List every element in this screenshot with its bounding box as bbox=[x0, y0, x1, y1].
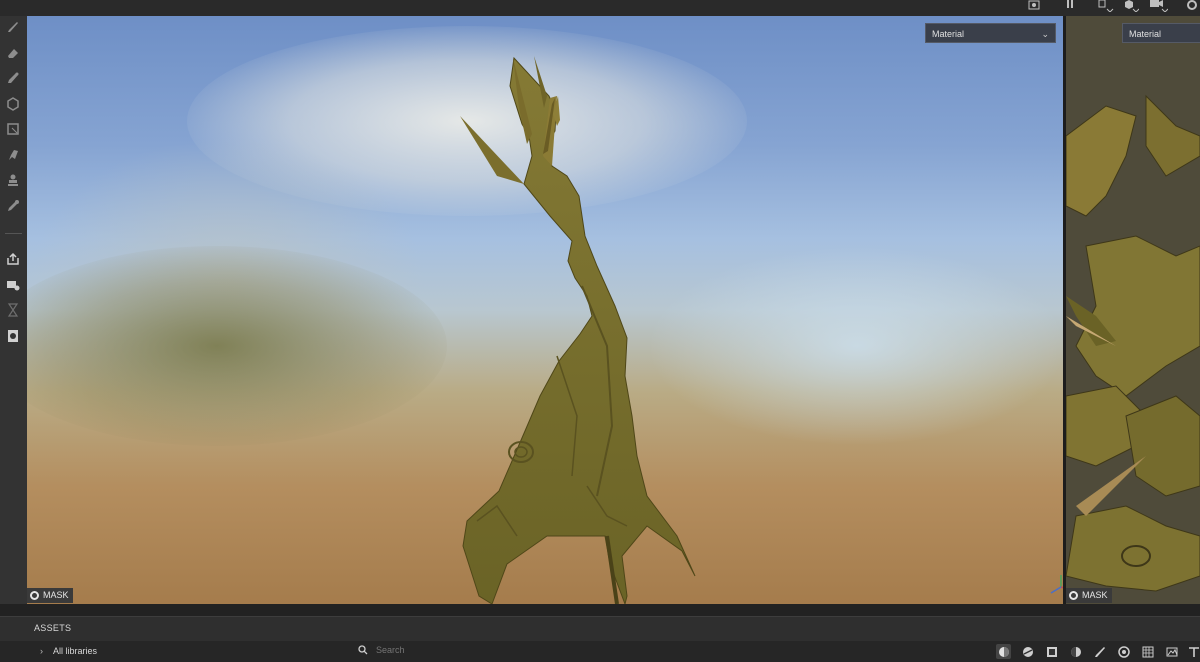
mask-icon bbox=[1069, 591, 1078, 600]
mask-icon bbox=[30, 591, 39, 600]
chevron-down-icon: ⌄ bbox=[1041, 29, 1049, 39]
toolbar-separator bbox=[5, 233, 22, 234]
viewport-2d-channel-select[interactable]: Material bbox=[1122, 23, 1200, 43]
axis-gizmo bbox=[1047, 571, 1063, 601]
mask-label-text: MASK bbox=[1082, 590, 1108, 600]
tree-model bbox=[460, 56, 696, 604]
viewport-2d-mask-badge[interactable]: MASK bbox=[1066, 588, 1112, 603]
assets-title: ASSETS bbox=[34, 623, 72, 633]
uv-islands bbox=[1066, 16, 1200, 604]
camera-view-icon[interactable] bbox=[1147, 0, 1169, 13]
channel-select-value: Material bbox=[932, 29, 965, 39]
smudge-icon[interactable] bbox=[4, 120, 22, 138]
mask-label-text: MASK bbox=[43, 590, 69, 600]
assets-panel: ASSETS › All libraries bbox=[0, 616, 1200, 662]
viewport-3d[interactable]: Material ⌄ MASK bbox=[27, 16, 1063, 604]
eraser-icon[interactable] bbox=[4, 44, 22, 62]
viewport-3d-channel-select[interactable]: Material ⌄ bbox=[925, 23, 1056, 43]
cube-view-icon[interactable] bbox=[1122, 0, 1140, 13]
channel-select-value: Material bbox=[1129, 29, 1162, 39]
camera-settings-icon[interactable] bbox=[1027, 0, 1041, 13]
texture-set-icon[interactable] bbox=[4, 327, 22, 345]
filter-grunges-icon[interactable] bbox=[1140, 644, 1155, 659]
filter-smart-materials-icon[interactable] bbox=[1020, 644, 1035, 659]
chevron-right-icon: › bbox=[40, 646, 43, 656]
search-icon bbox=[358, 645, 368, 655]
filter-materials-icon[interactable] bbox=[996, 644, 1011, 659]
filter-masks-icon[interactable] bbox=[1044, 644, 1059, 659]
viewport-3d-mask-badge[interactable]: MASK bbox=[27, 588, 73, 603]
export-icon[interactable] bbox=[4, 250, 22, 268]
tool-sidebar bbox=[0, 16, 27, 606]
color-picker-icon[interactable] bbox=[4, 197, 22, 215]
assets-toolbar: › All libraries bbox=[0, 641, 1200, 662]
bake-icon[interactable] bbox=[4, 171, 22, 189]
library-label: All libraries bbox=[53, 646, 98, 656]
clone-stamp-icon[interactable] bbox=[4, 146, 22, 164]
pause-icon[interactable] bbox=[1064, 0, 1076, 13]
polygon-fill-icon[interactable] bbox=[4, 95, 22, 113]
bake-textures-icon[interactable] bbox=[4, 276, 22, 294]
filter-brushes-icon[interactable] bbox=[1092, 644, 1107, 659]
history-icon[interactable] bbox=[4, 301, 22, 319]
search-box[interactable] bbox=[358, 645, 496, 655]
view-mode-icon[interactable] bbox=[1097, 0, 1115, 13]
filter-textures-icon[interactable] bbox=[1164, 644, 1179, 659]
library-selector[interactable]: › All libraries bbox=[40, 646, 97, 656]
filter-smart-masks-icon[interactable] bbox=[1068, 644, 1083, 659]
top-bar bbox=[0, 0, 1200, 16]
filter-alphas-icon[interactable] bbox=[1116, 644, 1131, 659]
panel-gap bbox=[0, 604, 1200, 616]
screenshot-icon[interactable] bbox=[1183, 0, 1200, 13]
filter-text-icon[interactable] bbox=[1186, 644, 1200, 659]
projection-icon[interactable] bbox=[4, 69, 22, 87]
viewport-2d[interactable]: Material MASK bbox=[1066, 16, 1200, 604]
search-input[interactable] bbox=[376, 645, 496, 655]
paint-brush-icon[interactable] bbox=[4, 18, 22, 36]
